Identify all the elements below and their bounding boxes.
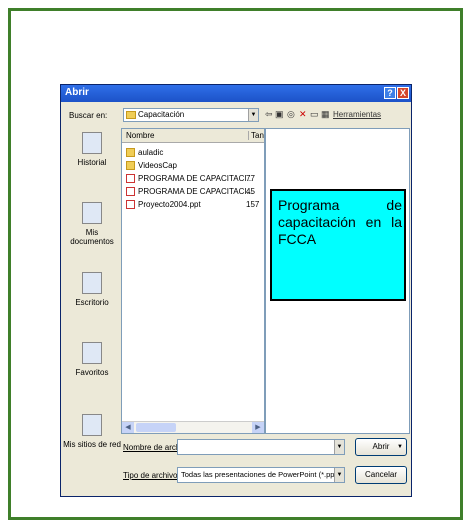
horizontal-scrollbar[interactable]: ◀ ▶	[122, 421, 264, 433]
list-header: Nombre Tan	[122, 129, 264, 143]
place-desktop[interactable]: Escritorio	[63, 272, 121, 307]
file-list[interactable]: Nombre Tan auladic VideosCap PROGRAMA DE…	[121, 128, 265, 434]
list-item[interactable]: Proyecto2004.ppt 157	[126, 199, 264, 211]
slide-text: Programa de capacitación en la FCCA	[278, 197, 402, 247]
chevron-down-icon[interactable]: ▼	[334, 468, 344, 482]
place-label: Favoritos	[75, 368, 109, 377]
folder-icon	[126, 161, 135, 170]
network-places-icon	[82, 414, 102, 436]
lookin-value: Capacitación	[138, 110, 185, 119]
file-size: 157	[246, 200, 260, 209]
file-name: VideosCap	[138, 161, 177, 170]
delete-icon[interactable]: ✕	[299, 109, 307, 120]
file-size: 45	[246, 187, 255, 196]
column-size[interactable]: Tan	[248, 131, 264, 140]
places-bar: Historial Mis documentos Escritorio Favo…	[63, 128, 121, 494]
close-icon[interactable]: X	[397, 87, 409, 99]
filetype-label: Tipo de archivo:	[123, 471, 180, 480]
ppt-file-icon	[126, 174, 135, 183]
open-dialog: Abrir ? X Buscar en: Capacitación ▼ ⇦ ▣ …	[60, 84, 412, 497]
ppt-file-icon	[126, 187, 135, 196]
history-icon	[82, 132, 102, 154]
column-name[interactable]: Nombre	[126, 131, 154, 140]
scroll-thumb[interactable]	[136, 423, 176, 432]
file-size: 77	[246, 174, 255, 183]
lookin-label: Buscar en:	[69, 111, 108, 120]
desktop-icon	[82, 272, 102, 294]
folder-icon	[126, 148, 135, 157]
new-folder-icon[interactable]: ▭	[310, 109, 319, 120]
place-history[interactable]: Historial	[63, 132, 121, 167]
place-network[interactable]: Mis sitios de red	[63, 414, 121, 449]
up-folder-icon[interactable]: ▣	[275, 109, 284, 120]
titlebar[interactable]: Abrir ? X	[61, 85, 411, 102]
place-favorites[interactable]: Favoritos	[63, 342, 121, 377]
ppt-file-icon	[126, 200, 135, 209]
chevron-right-icon[interactable]: ▶	[252, 422, 264, 433]
favorites-icon	[82, 342, 102, 364]
list-item[interactable]: PROGRAMA DE CAPACITACI... 45	[126, 186, 264, 198]
list-item[interactable]: PROGRAMA DE CAPACITACI... 77	[126, 173, 264, 185]
chevron-down-icon[interactable]: ▼	[397, 439, 403, 455]
page-background: Abrir ? X Buscar en: Capacitación ▼ ⇦ ▣ …	[0, 0, 471, 524]
search-web-icon[interactable]: ◎	[287, 109, 295, 120]
filetype-value: Todas las presentaciones de PowerPoint (…	[181, 470, 344, 479]
file-name: Proyecto2004.ppt	[138, 200, 201, 209]
help-icon[interactable]: ?	[384, 87, 396, 99]
place-label: Mis sitios de red	[63, 440, 121, 449]
my-documents-icon	[82, 202, 102, 224]
list-item[interactable]: auladic	[126, 147, 264, 159]
file-name: PROGRAMA DE CAPACITACI...	[138, 187, 254, 196]
chevron-down-icon[interactable]: ▼	[248, 109, 258, 121]
place-my-documents[interactable]: Mis documentos	[63, 202, 121, 246]
chevron-left-icon[interactable]: ◀	[122, 422, 134, 433]
filename-input[interactable]: ▼	[177, 439, 345, 455]
chevron-down-icon[interactable]: ▼	[334, 440, 344, 454]
cancel-button[interactable]: Cancelar	[355, 466, 407, 484]
file-name: auladic	[138, 148, 164, 157]
place-label: Historial	[77, 158, 107, 167]
preview-pane: Programa de capacitación en la FCCA	[265, 128, 410, 434]
open-label: Abrir	[372, 442, 390, 451]
place-label: Escritorio	[75, 298, 109, 307]
list-item[interactable]: VideosCap	[126, 160, 264, 172]
place-label: Mis documentos	[70, 228, 114, 246]
dialog-title: Abrir	[65, 87, 89, 98]
slide-thumbnail: Programa de capacitación en la FCCA	[270, 189, 406, 301]
folder-icon	[126, 111, 136, 119]
file-name: PROGRAMA DE CAPACITACI...	[138, 174, 254, 183]
filetype-select[interactable]: Todas las presentaciones de PowerPoint (…	[177, 467, 345, 483]
lookin-combo[interactable]: Capacitación ▼	[123, 108, 259, 122]
tools-menu[interactable]: Herramientas	[333, 110, 381, 119]
back-icon[interactable]: ⇦	[265, 109, 273, 120]
open-button[interactable]: Abrir ▼	[355, 438, 407, 456]
views-icon[interactable]: ▦	[321, 109, 330, 120]
